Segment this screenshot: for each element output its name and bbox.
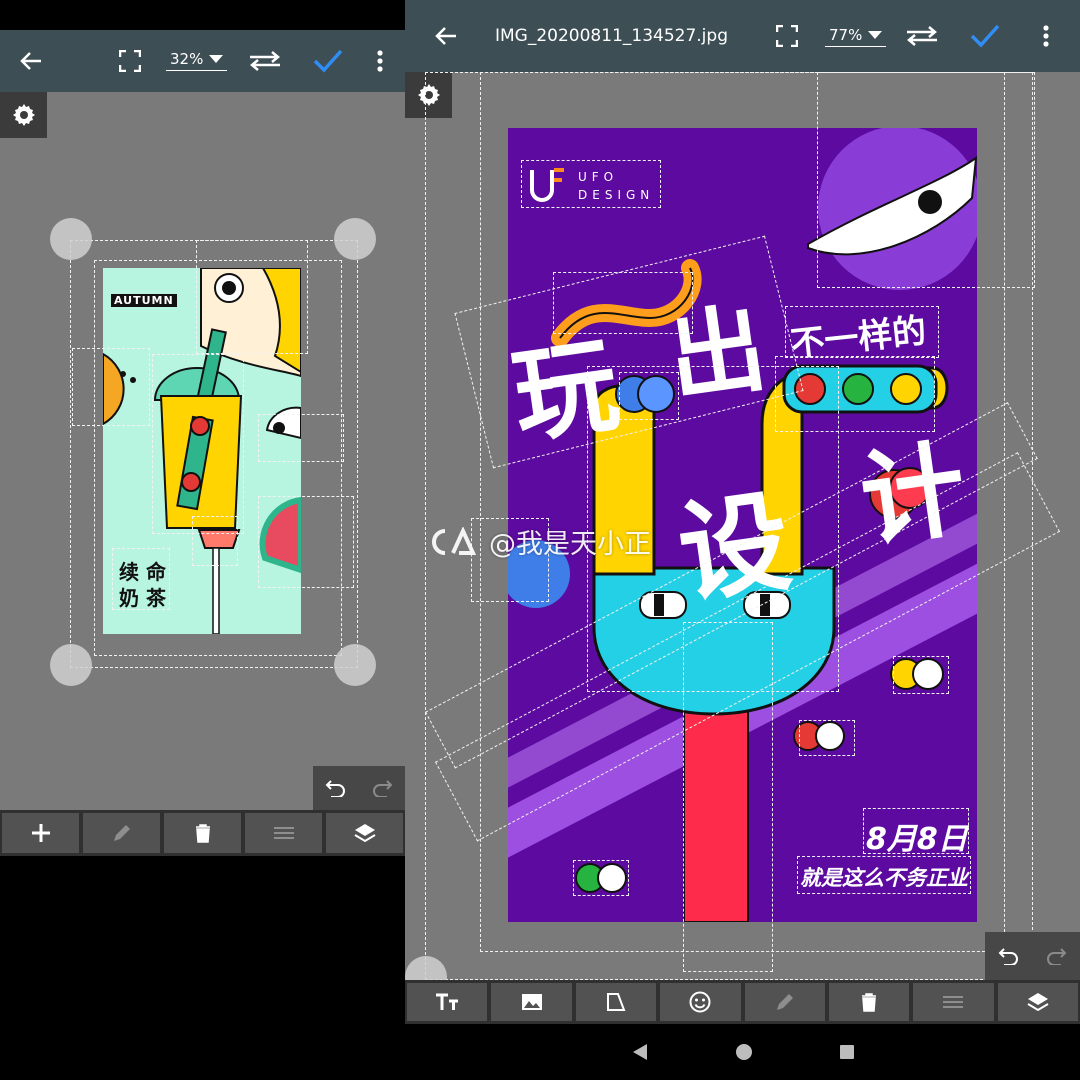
chevron-down-icon — [868, 31, 883, 39]
undo-redo-group — [985, 932, 1080, 980]
nav-recents-icon[interactable] — [839, 1044, 855, 1060]
right-top-toolbar: IMG_20200811_134527.jpg 77% — [405, 0, 1080, 72]
left-editor-panel: 32% AUTUMN 续 命 奶 茶 — [0, 0, 405, 1080]
layer-outline — [258, 496, 354, 588]
nav-back-icon[interactable] — [631, 1043, 649, 1061]
layer-outline — [817, 72, 1035, 288]
text-size-icon — [436, 993, 459, 1010]
resize-handle-bottom-right[interactable] — [334, 644, 376, 686]
delete-button[interactable] — [164, 813, 241, 853]
swap-arrows-icon[interactable] — [246, 45, 284, 77]
undo-redo-group — [313, 766, 405, 810]
right-bottom-toolbar — [405, 980, 1080, 1024]
trash-icon — [195, 824, 210, 843]
settings-gear-icon[interactable] — [0, 92, 47, 138]
logo-outline — [521, 160, 661, 208]
emoji-icon — [689, 991, 711, 1013]
sticker-button[interactable] — [660, 983, 741, 1021]
add-button[interactable] — [2, 813, 79, 853]
date-outline — [863, 808, 969, 854]
layer-outline — [573, 860, 629, 896]
file-name: IMG_20200811_134527.jpg — [495, 26, 728, 46]
more-vert-icon[interactable] — [1034, 19, 1058, 53]
layer-outline — [152, 354, 244, 534]
draw-button[interactable] — [744, 983, 825, 1021]
fullscreen-icon[interactable] — [771, 20, 803, 52]
align-button[interactable] — [245, 813, 322, 853]
layer-outline — [72, 348, 150, 426]
layers-icon — [353, 824, 376, 843]
chevron-down-icon — [209, 55, 224, 63]
layer-outline — [112, 548, 170, 610]
image-icon — [521, 994, 542, 1010]
image-button[interactable] — [491, 983, 572, 1021]
delete-button[interactable] — [828, 983, 910, 1021]
trash-icon — [862, 993, 877, 1012]
undo-icon[interactable] — [325, 779, 347, 797]
shape-button[interactable] — [575, 983, 657, 1021]
left-top-toolbar: 32% — [0, 30, 405, 92]
zoom-value: 32% — [170, 50, 204, 68]
fullscreen-icon[interactable] — [114, 45, 146, 77]
pencil-icon — [776, 994, 793, 1010]
draw-button[interactable] — [83, 813, 160, 853]
confirm-check-icon[interactable] — [310, 44, 346, 78]
layers-icon — [1027, 993, 1049, 1012]
confirm-check-icon[interactable] — [967, 19, 1003, 53]
align-button[interactable] — [913, 983, 994, 1021]
layer-outline — [785, 306, 939, 358]
layer-outline — [258, 414, 344, 462]
layers-button[interactable] — [326, 813, 403, 853]
layer-outline — [799, 720, 855, 756]
watermark: @我是天小正 — [425, 522, 651, 561]
resize-handle-bottom-left[interactable] — [50, 644, 92, 686]
system-nav-bar — [405, 1024, 1080, 1080]
shape-icon — [606, 993, 626, 1011]
zoom-dropdown[interactable]: 77% — [825, 26, 887, 47]
left-canvas[interactable]: AUTUMN 续 命 奶 茶 — [0, 92, 405, 810]
zoom-value: 77% — [829, 26, 863, 44]
slogan-outline — [797, 856, 971, 894]
zoom-dropdown[interactable]: 32% — [166, 50, 228, 71]
text-button[interactable] — [407, 983, 488, 1021]
swap-arrows-icon[interactable] — [903, 20, 941, 52]
undo-icon[interactable] — [998, 947, 1020, 965]
layer-outline — [192, 516, 238, 566]
resize-handle-top-right[interactable] — [334, 218, 376, 260]
nav-home-icon[interactable] — [735, 1043, 753, 1061]
back-arrow-icon[interactable] — [429, 20, 463, 52]
layer-outline — [196, 240, 308, 354]
layers-button[interactable] — [997, 983, 1078, 1021]
pencil-icon — [113, 825, 130, 841]
watermark-text: @我是天小正 — [489, 529, 651, 560]
menu-lines-icon — [273, 827, 294, 839]
redo-icon[interactable] — [1045, 947, 1067, 965]
redo-icon[interactable] — [371, 779, 393, 797]
resize-handle-top-left[interactable] — [50, 218, 92, 260]
menu-lines-icon — [943, 996, 964, 1008]
more-vert-icon[interactable] — [368, 44, 392, 78]
add-icon — [31, 824, 50, 842]
layer-outline — [893, 656, 949, 694]
back-arrow-icon[interactable] — [14, 45, 48, 77]
watermark-logo-icon — [432, 526, 477, 555]
left-bottom-toolbar — [0, 810, 405, 856]
